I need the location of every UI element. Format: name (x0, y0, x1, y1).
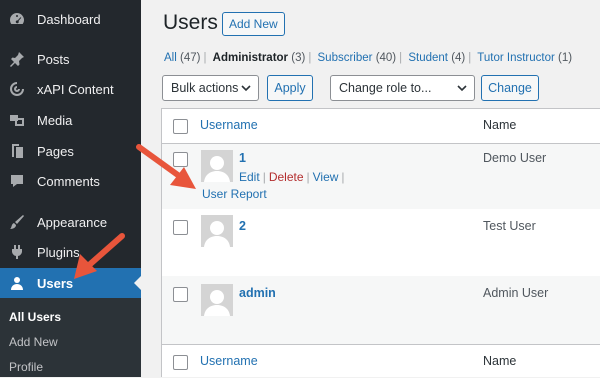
column-name: Name (483, 118, 517, 132)
row-actions: Edit | Delete | View | (239, 170, 345, 184)
submenu-add-new[interactable]: Add New (9, 335, 58, 349)
menu-pages[interactable]: Pages (0, 136, 141, 166)
row-checkbox[interactable] (173, 152, 188, 167)
user-role-filters: All (47) | Administrator (3) | Subscriber … (164, 52, 573, 64)
username-link[interactable]: 2 (239, 219, 246, 233)
active-menu-caret (134, 276, 141, 290)
menu-comments-label: Comments (37, 173, 100, 189)
avatar (201, 215, 233, 247)
filter-tutor-instructor[interactable]: Tutor Instructor (1) (477, 52, 572, 64)
table-footer-row: Username Name (162, 344, 600, 378)
user-display-name: Demo User (483, 151, 547, 165)
menu-media-label: Media (37, 112, 73, 128)
brush-icon (8, 213, 26, 231)
users-table: Username Name 1 Demo User Edit | Delete | Vi… (161, 108, 600, 377)
submenu-all-users[interactable]: All Users (9, 310, 61, 324)
column-username-footer[interactable]: Username (200, 354, 258, 368)
row-actions-secondary: User Report (202, 187, 267, 201)
comment-icon (8, 172, 26, 190)
users-icon (8, 274, 26, 292)
column-name-footer: Name (483, 354, 517, 368)
bulk-actions-select[interactable]: Bulk actions (162, 75, 259, 101)
chevron-down-icon (241, 85, 251, 92)
chevron-down-icon (457, 85, 467, 92)
user-report-link[interactable]: User Report (202, 187, 267, 201)
pushpin-icon (8, 50, 26, 68)
table-row: admin Admin User (162, 276, 600, 344)
xapi-icon (8, 80, 26, 98)
bulk-actions-value: Bulk actions (171, 81, 239, 95)
select-all-checkbox-footer[interactable] (173, 355, 188, 370)
add-new-button[interactable]: Add New (222, 12, 285, 36)
change-role-value: Change role to... (339, 81, 432, 95)
menu-dashboard-label: Dashboard (37, 11, 101, 27)
avatar (201, 150, 233, 182)
menu-appearance-label: Appearance (37, 214, 108, 230)
menu-plugins-label: Plugins (37, 244, 80, 260)
menu-posts[interactable]: Posts (0, 44, 141, 74)
filter-administrator[interactable]: Administrator (3) (213, 52, 306, 64)
main-content: Users Add New All (47) | Administrator (3… (141, 0, 600, 377)
menu-pages-label: Pages (37, 143, 74, 159)
table-row: 1 Demo User Edit | Delete | View | User Repor… (162, 144, 600, 209)
view-link[interactable]: View (313, 170, 339, 184)
change-role-button[interactable]: Change (481, 75, 539, 101)
menu-comments[interactable]: Comments (0, 166, 141, 196)
column-username[interactable]: Username (200, 118, 258, 132)
delete-link[interactable]: Delete (269, 170, 304, 184)
table-row: 2 Test User (162, 209, 600, 276)
menu-xapi-label: xAPI Content (37, 81, 114, 97)
menu-users[interactable]: Users (0, 268, 141, 298)
filter-subscriber[interactable]: Subscriber (40) (318, 52, 397, 64)
menu-media[interactable]: Media (0, 105, 141, 135)
submenu-profile[interactable]: Profile (9, 360, 43, 374)
select-all-checkbox[interactable] (173, 119, 188, 134)
media-icon (8, 111, 26, 129)
table-header-row: Username Name (162, 109, 600, 144)
filter-all[interactable]: All (47) (164, 52, 200, 64)
row-checkbox[interactable] (173, 287, 188, 302)
user-display-name: Admin User (483, 286, 549, 300)
menu-xapi-content[interactable]: xAPI Content (0, 74, 141, 104)
avatar (201, 284, 233, 316)
menu-posts-label: Posts (37, 51, 70, 67)
menu-plugins[interactable]: Plugins (0, 237, 141, 267)
row-checkbox[interactable] (173, 220, 188, 235)
plug-icon (8, 243, 26, 261)
pages-icon (8, 142, 26, 160)
change-role-select[interactable]: Change role to... (330, 75, 475, 101)
page-title: Users (163, 11, 218, 34)
username-link[interactable]: 1 (239, 151, 246, 165)
filter-student[interactable]: Student (4) (408, 52, 465, 64)
apply-button[interactable]: Apply (267, 75, 313, 101)
menu-appearance[interactable]: Appearance (0, 207, 141, 237)
admin-sidebar: Dashboard Posts xAPI Content Media Pages… (0, 0, 141, 377)
edit-link[interactable]: Edit (239, 170, 260, 184)
users-submenu: All Users Add New Profile (0, 298, 141, 377)
username-link[interactable]: admin (239, 286, 276, 300)
dashboard-icon (8, 10, 26, 28)
menu-users-label: Users (37, 275, 74, 291)
user-display-name: Test User (483, 219, 536, 233)
menu-dashboard[interactable]: Dashboard (0, 4, 141, 34)
